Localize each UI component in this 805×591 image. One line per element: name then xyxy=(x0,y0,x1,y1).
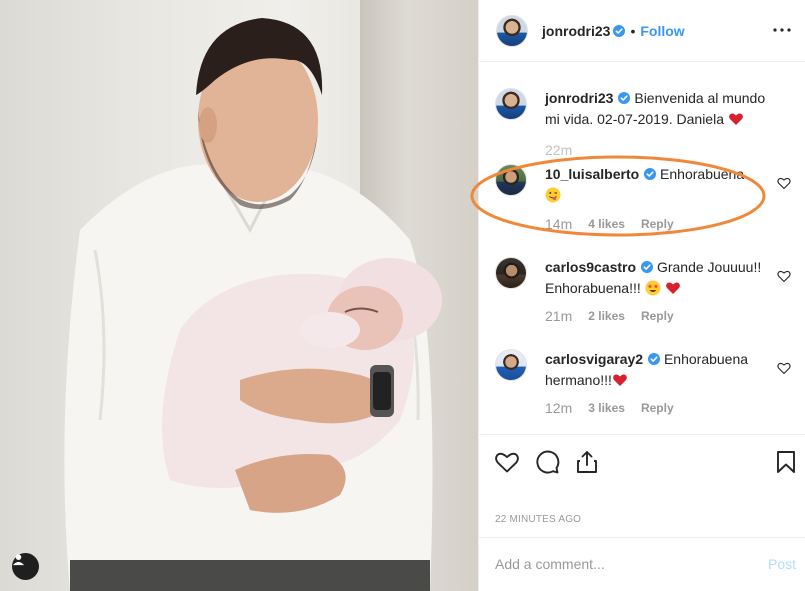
caption-username[interactable]: jonrodri23 xyxy=(545,90,613,106)
verified-badge-icon xyxy=(613,24,626,37)
follow-button[interactable]: Follow xyxy=(640,23,684,39)
verified-badge-icon xyxy=(648,353,661,365)
user-tag-icon[interactable] xyxy=(12,553,39,580)
comment-username[interactable]: carlosvigaray2 xyxy=(545,351,643,367)
comment-time: 21m xyxy=(545,308,573,324)
add-comment-bar: Post xyxy=(479,537,805,591)
comment-likes[interactable]: 3 likes xyxy=(588,401,625,415)
comment-meta: 12m 3 likes Reply xyxy=(545,400,674,416)
wink-tongue-emoji xyxy=(545,187,561,203)
comment-meta: 14m 4 likes Reply xyxy=(545,216,674,232)
post-comment-button[interactable]: Post xyxy=(768,556,796,572)
photo-illustration xyxy=(64,18,442,591)
comment-likes[interactable]: 2 likes xyxy=(588,309,625,323)
author-avatar[interactable] xyxy=(496,14,528,47)
comment-like-heart-icon[interactable] xyxy=(777,176,791,190)
comment-likes[interactable]: 4 likes xyxy=(588,217,625,231)
heart-icon[interactable] xyxy=(494,449,520,475)
author-username[interactable]: jonrodri23 xyxy=(542,23,610,39)
verified-badge-icon xyxy=(644,168,657,180)
post-timestamp[interactable]: 22 MINUTES AGO xyxy=(495,514,581,525)
comment-like-heart-icon[interactable] xyxy=(777,361,791,375)
red-heart-emoji xyxy=(665,282,680,294)
comment-time: 14m xyxy=(545,216,573,232)
post-header: jonrodri23 • Follow xyxy=(479,0,805,62)
header-separator: • xyxy=(630,22,636,39)
comment-avatar[interactable] xyxy=(495,349,527,381)
caption-time: 22m xyxy=(545,142,573,158)
more-options-icon[interactable] xyxy=(772,22,792,38)
share-icon[interactable] xyxy=(574,449,600,475)
verified-badge-icon xyxy=(618,92,631,104)
add-comment-input[interactable] xyxy=(495,552,745,576)
star-eyes-emoji xyxy=(645,280,661,296)
post-panel: jonrodri23 • Follow jonrodri23 Bienvenid… xyxy=(478,0,805,591)
comments-list[interactable]: jonrodri23 Bienvenida al mundo mi vida. … xyxy=(479,63,805,434)
comment-avatar[interactable] xyxy=(495,164,527,196)
reply-button[interactable]: Reply xyxy=(641,309,674,323)
comment-time: 12m xyxy=(545,400,573,416)
verified-badge-icon xyxy=(641,261,654,273)
comment-meta: 21m 2 likes Reply xyxy=(545,308,674,324)
comment-icon[interactable] xyxy=(534,449,560,475)
comment-text: Enhorabuena xyxy=(660,166,745,182)
bookmark-icon[interactable] xyxy=(773,449,799,475)
comment-username[interactable]: 10_luisalberto xyxy=(545,166,639,182)
post-photo[interactable] xyxy=(0,0,478,591)
red-heart-emoji xyxy=(613,374,627,386)
comment-like-heart-icon[interactable] xyxy=(777,269,791,283)
comment-avatar[interactable] xyxy=(495,257,527,289)
action-bar xyxy=(479,434,805,494)
reply-button[interactable]: Reply xyxy=(641,217,674,231)
reply-button[interactable]: Reply xyxy=(641,401,674,415)
comment-username[interactable]: carlos9castro xyxy=(545,259,636,275)
caption-avatar[interactable] xyxy=(495,88,527,120)
red-heart-emoji xyxy=(729,113,743,125)
